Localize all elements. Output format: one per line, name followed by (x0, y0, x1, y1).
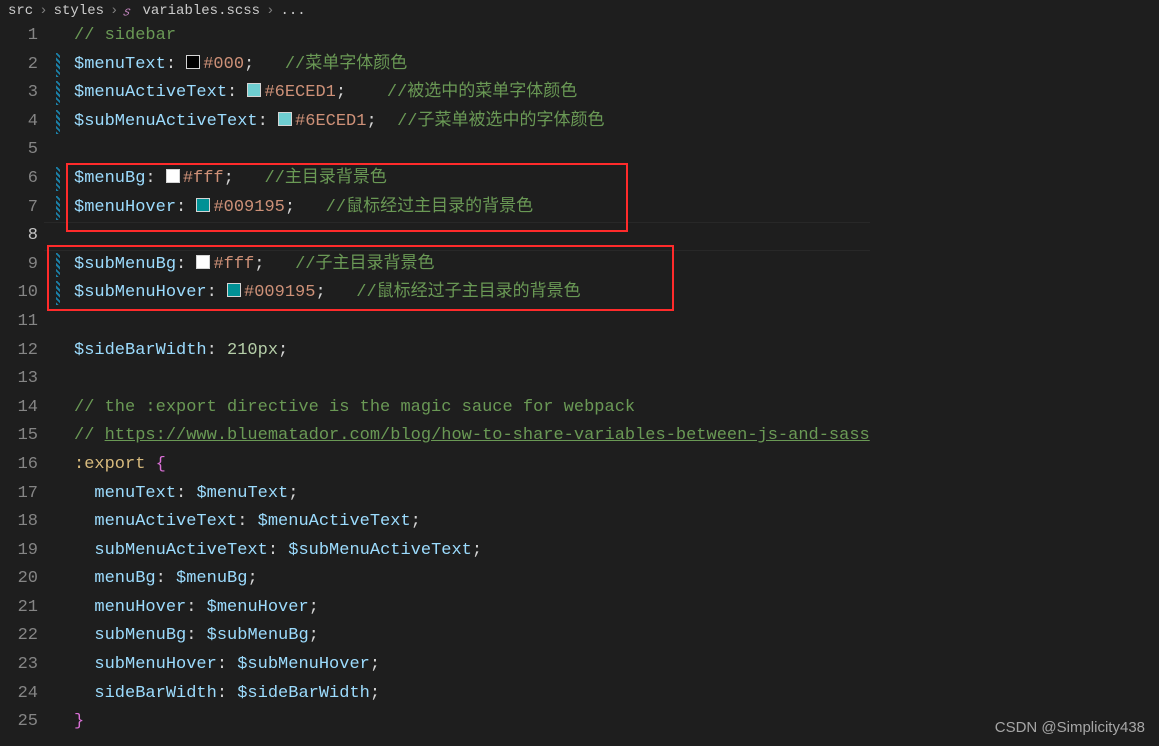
diff-marker (56, 81, 60, 105)
color-value: #fff (183, 169, 224, 188)
line-number[interactable]: 15 (0, 422, 44, 451)
comment: //子主目录背景色 (295, 255, 434, 274)
property: subMenuHover (94, 655, 216, 674)
line-number[interactable]: 22 (0, 622, 44, 651)
line-number[interactable]: 3 (0, 79, 44, 108)
color-swatch-icon[interactable] (196, 198, 210, 212)
line-number-gutter[interactable]: 1234567891011121314151617181920212223242… (0, 22, 44, 737)
line-number[interactable]: 18 (0, 508, 44, 537)
line-number[interactable]: 7 (0, 194, 44, 223)
line-number[interactable]: 16 (0, 451, 44, 480)
line-number[interactable]: 8 (0, 222, 44, 251)
line-number[interactable]: 11 (0, 308, 44, 337)
breadcrumb-file[interactable]: variables.scss (142, 3, 260, 19)
comment: //鼠标经过子主目录的背景色 (356, 283, 580, 302)
breadcrumb[interactable]: src › styles › S variables.scss › ... (0, 0, 1159, 22)
line-number[interactable]: 24 (0, 680, 44, 709)
line-number[interactable]: 5 (0, 136, 44, 165)
variable: $menuText (74, 55, 166, 74)
color-value: #6ECED1 (264, 83, 335, 102)
color-swatch-icon[interactable] (247, 83, 261, 97)
diff-marker (56, 253, 60, 277)
diff-marker (56, 53, 60, 77)
color-swatch-icon[interactable] (227, 283, 241, 297)
chevron-right-icon: › (266, 3, 274, 19)
property: menuHover (94, 598, 186, 617)
watermark: CSDN @Simplicity438 (995, 719, 1145, 736)
color-swatch-icon[interactable] (196, 255, 210, 269)
line-number[interactable]: 23 (0, 651, 44, 680)
variable: $subMenuActiveText (74, 112, 258, 131)
line-number[interactable]: 20 (0, 565, 44, 594)
variable: $menuHover (74, 198, 176, 217)
property: menuActiveText (94, 512, 237, 531)
chevron-right-icon: › (39, 3, 47, 19)
comment: //子菜单被选中的字体颜色 (397, 112, 604, 131)
value-var: $menuBg (176, 569, 247, 588)
property: menuText (94, 484, 176, 503)
chevron-right-icon: › (110, 3, 118, 19)
color-value: #6ECED1 (295, 112, 366, 131)
value-var: $subMenuHover (237, 655, 370, 674)
property: subMenuBg (94, 626, 186, 645)
line-number[interactable]: 13 (0, 365, 44, 394)
color-swatch-icon[interactable] (166, 169, 180, 183)
diff-marker (56, 281, 60, 305)
property: subMenuActiveText (94, 541, 267, 560)
value-var: $menuText (196, 484, 288, 503)
variable: $menuActiveText (74, 83, 227, 102)
variable: $subMenuHover (74, 283, 207, 302)
brace: } (74, 712, 84, 731)
value-var: $sideBarWidth (237, 684, 370, 703)
color-value: #fff (213, 255, 254, 274)
color-swatch-icon[interactable] (186, 55, 200, 69)
diff-marker (56, 196, 60, 220)
line-number[interactable]: 1 (0, 22, 44, 51)
line-number[interactable]: 19 (0, 537, 44, 566)
line-number[interactable]: 4 (0, 108, 44, 137)
diff-marker (56, 110, 60, 134)
breadcrumb-folder[interactable]: styles (54, 3, 104, 19)
color-value: #009195 (244, 283, 315, 302)
value-var: $menuHover (207, 598, 309, 617)
diff-marker (56, 167, 60, 191)
link-in-comment[interactable]: https://www.bluematador.com/blog/how-to-… (105, 426, 870, 445)
line-number[interactable]: 21 (0, 594, 44, 623)
breadcrumb-tail[interactable]: ... (280, 3, 305, 19)
line-number[interactable]: 25 (0, 708, 44, 737)
value-var: $subMenuActiveText (288, 541, 472, 560)
brace: { (156, 455, 166, 474)
variable: $menuBg (74, 169, 145, 188)
line-number[interactable]: 2 (0, 51, 44, 80)
breadcrumb-folder[interactable]: src (8, 3, 33, 19)
line-number[interactable]: 6 (0, 165, 44, 194)
value-var: $subMenuBg (207, 626, 309, 645)
property: menuBg (94, 569, 155, 588)
code-area[interactable]: // sidebar $menuText: #000; //菜单字体颜色 $me… (44, 22, 870, 737)
comment: // sidebar (74, 26, 176, 45)
svg-text:S: S (122, 8, 132, 19)
sass-file-icon: S (123, 5, 138, 17)
line-number[interactable]: 14 (0, 394, 44, 423)
line-number[interactable]: 10 (0, 279, 44, 308)
line-number[interactable]: 12 (0, 337, 44, 366)
variable: $subMenuBg (74, 255, 176, 274)
comment: //鼠标经过主目录的背景色 (326, 198, 533, 217)
number-value: 210px (227, 341, 278, 360)
comment: // the :export directive is the magic sa… (74, 398, 635, 417)
color-value: #009195 (213, 198, 284, 217)
comment: //菜单字体颜色 (285, 55, 407, 74)
property: sideBarWidth (94, 684, 216, 703)
comment: // (74, 426, 105, 445)
selector: :export (74, 455, 145, 474)
value-var: $menuActiveText (258, 512, 411, 531)
code-editor[interactable]: 1234567891011121314151617181920212223242… (0, 22, 1159, 737)
comment: //主目录背景色 (264, 169, 386, 188)
color-value: #000 (203, 55, 244, 74)
variable: $sideBarWidth (74, 341, 207, 360)
comment: //被选中的菜单字体颜色 (387, 83, 577, 102)
line-number[interactable]: 17 (0, 480, 44, 509)
color-swatch-icon[interactable] (278, 112, 292, 126)
line-number[interactable]: 9 (0, 251, 44, 280)
